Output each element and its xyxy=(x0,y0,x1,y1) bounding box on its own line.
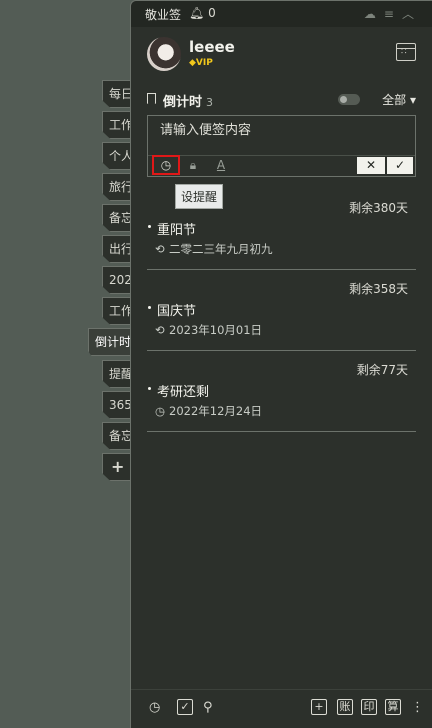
side-tab-trip[interactable]: 出行 xyxy=(102,235,132,263)
editor-toolbar: ◷ 🔒︎ A ✕ ✓ xyxy=(148,155,415,176)
category-header: 倒计时 3 全部 ▾ xyxy=(147,91,416,110)
side-tab-memo[interactable]: 备忘 xyxy=(102,204,132,232)
main-panel: 敬业签 🔔︎ 0 ☁≡︿ leeee ◆VIP 倒计时3 全部 ▾ ◷ 🔒︎ A… xyxy=(130,0,432,728)
calendar-icon[interactable] xyxy=(396,43,416,61)
notes-list: 剩余380天 重阳节 ⟲ 二零二三年九月初九 剩余358天 国庆节 ⟲ 2023年1… xyxy=(147,191,416,432)
note-editor: ◷ 🔒︎ A ✕ ✓ xyxy=(147,115,416,177)
search-icon[interactable]: ⚲ xyxy=(203,700,213,715)
bookmark-icon xyxy=(147,93,156,104)
note-title: 国庆节 xyxy=(147,300,196,319)
list-item[interactable]: 剩余358天 国庆节 ⟲ 2023年10月01日 xyxy=(147,272,416,351)
note-date: ⟲ 二零二三年九月初九 xyxy=(155,241,273,257)
remaining-days: 剩余77天 xyxy=(356,363,408,377)
titlebar: 敬业签 🔔︎ 0 ☁≡︿ xyxy=(131,1,432,27)
list-item[interactable]: 剩余77天 考研还剩 ◷ 2022年12月24日 xyxy=(147,353,416,432)
side-tab-2022[interactable]: 202 xyxy=(102,266,132,294)
side-tab-countdown[interactable]: 倒计时 xyxy=(88,328,132,356)
app-title: 敬业签 xyxy=(145,8,182,22)
side-tab-daily[interactable]: 每日 xyxy=(102,80,132,108)
confirm-button[interactable]: ✓ xyxy=(387,157,413,174)
check-box-icon[interactable]: ✓ xyxy=(177,699,193,715)
filter-dropdown[interactable]: 全部 ▾ xyxy=(382,91,416,108)
lock-icon[interactable]: 🔒︎ xyxy=(182,157,204,174)
cancel-button[interactable]: ✕ xyxy=(357,157,385,174)
repeat-icon: ⟲ xyxy=(155,323,165,337)
bottom-toolbar: ◷ ✓ ⚲ + 账 印 算 ⋮ xyxy=(131,689,432,728)
side-tab-personal[interactable]: 个人 xyxy=(102,142,132,170)
print-button[interactable]: 印 xyxy=(361,699,377,715)
clock-icon: ◷ xyxy=(155,404,166,418)
more-icon[interactable]: ⋮ xyxy=(411,700,424,715)
alarm-tooltip: 设提醒 xyxy=(175,184,224,209)
titlebar-icons: ☁≡︿ xyxy=(364,5,422,22)
menu-icon[interactable]: ≡ xyxy=(384,7,402,21)
note-input[interactable] xyxy=(158,122,402,139)
username: leeee xyxy=(189,38,235,56)
note-title: 考研还剩 xyxy=(147,381,209,400)
notification-bell[interactable]: 🔔︎ 0 xyxy=(189,6,216,20)
font-color-icon[interactable]: A xyxy=(210,157,232,174)
side-tab-work-2[interactable]: 工作 xyxy=(102,297,132,325)
side-tab-reminder[interactable]: 提醒 xyxy=(102,360,132,388)
note-date-text: 2023年10月01日 xyxy=(169,323,263,337)
bell-icon: 🔔︎ xyxy=(189,6,205,20)
note-title: 重阳节 xyxy=(147,219,196,238)
category-title: 倒计时 3 xyxy=(163,91,213,110)
cloud-sync-icon[interactable]: ☁ xyxy=(364,7,384,21)
complete-toggle[interactable] xyxy=(338,94,360,105)
category-name: 倒计时 xyxy=(163,95,203,110)
note-date-text: 2022年12月24日 xyxy=(169,404,263,418)
remaining-days: 剩余358天 xyxy=(349,282,408,296)
avatar[interactable] xyxy=(147,37,181,71)
calculator-button[interactable]: 算 xyxy=(385,699,401,715)
diamond-icon: ◆ xyxy=(189,58,196,68)
side-tab-travel[interactable]: 旅行 xyxy=(102,173,132,201)
notification-count: 0 xyxy=(208,6,216,20)
side-tab-365[interactable]: 365 xyxy=(102,391,132,419)
clock-icon[interactable]: ◷ xyxy=(149,700,160,715)
side-tab-memo-2[interactable]: 备忘 xyxy=(102,422,132,450)
side-tab-work[interactable]: 工作 xyxy=(102,111,132,139)
vip-label: VIP xyxy=(195,58,213,68)
add-tab-button[interactable]: + xyxy=(102,453,132,481)
add-note-button[interactable]: + xyxy=(311,699,327,715)
remaining-days: 剩余380天 xyxy=(349,201,408,215)
note-date: ⟲ 2023年10月01日 xyxy=(155,322,262,338)
repeat-icon: ⟲ xyxy=(155,242,165,256)
ledger-button[interactable]: 账 xyxy=(337,699,353,715)
vip-badge: ◆VIP xyxy=(189,58,213,68)
alarm-clock-icon[interactable]: ◷ xyxy=(152,155,180,175)
note-date: ◷ 2022年12月24日 xyxy=(155,403,262,419)
category-count: 3 xyxy=(206,96,214,109)
collapse-icon[interactable]: ︿ xyxy=(402,7,422,21)
note-date-text: 二零二三年九月初九 xyxy=(169,242,273,256)
